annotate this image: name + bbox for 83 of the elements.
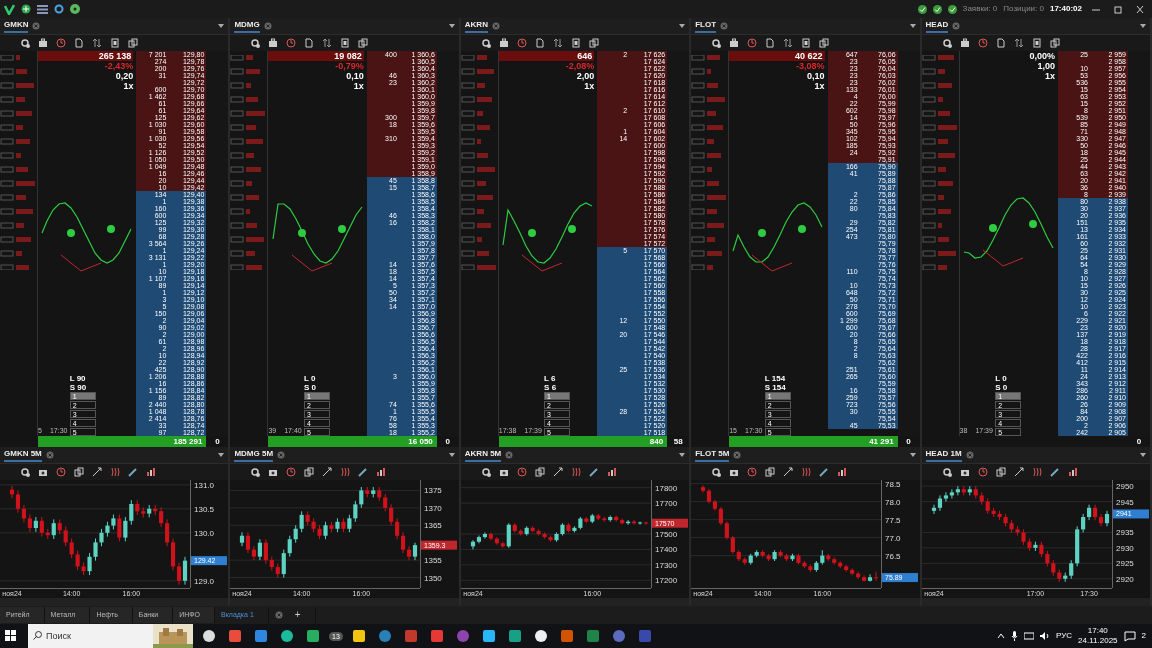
long-position: L 0 xyxy=(303,374,317,383)
y-axis-label: 2935 xyxy=(1115,528,1134,538)
multiplier-value: 1x xyxy=(1044,71,1055,81)
y-axis-label: 17200 xyxy=(654,576,678,586)
right-value: 0 xyxy=(444,436,451,447)
multiplier-value: 1x xyxy=(353,81,364,91)
panel-tab[interactable]: HEAD xyxy=(925,19,949,33)
y-axis-label: 1375 xyxy=(424,486,443,496)
y-axis-label: 77.0 xyxy=(885,533,901,543)
y-axis-label: 17800 xyxy=(654,483,678,493)
change-percent: -0,79% xyxy=(335,61,364,71)
y-axis-label: 17500 xyxy=(654,530,678,539)
long-position: L 6 xyxy=(544,374,557,383)
volume-value: 646 xyxy=(498,51,595,61)
step-value: 0,10 xyxy=(346,71,364,81)
step-value: 2,00 xyxy=(576,71,595,81)
right-value: 0 xyxy=(214,436,221,447)
short-position: S 154 xyxy=(764,383,787,392)
y-axis-label: 131.0 xyxy=(194,480,215,490)
y-axis-label: 2950 xyxy=(1115,482,1134,492)
multiplier-value: 1x xyxy=(123,81,134,91)
y-axis-label: 1355 xyxy=(424,556,443,566)
change-percent: -3,08% xyxy=(796,61,825,71)
y-axis-label: 17400 xyxy=(654,545,678,555)
language-indicator[interactable]: РУС xyxy=(1056,630,1073,642)
y-axis-label: 130.5 xyxy=(194,504,215,514)
long-position: L 154 xyxy=(764,374,787,383)
total-volume-bar: 185 291 xyxy=(38,436,207,447)
change-percent: -2,08% xyxy=(565,61,595,71)
orders-counter: Заявки: 0 xyxy=(962,3,998,15)
y-axis-label: 17700 xyxy=(654,499,678,509)
step-value: 0,10 xyxy=(807,71,825,81)
total-volume-bar: 41 291 xyxy=(729,436,898,447)
volume-value: 19 082 xyxy=(268,51,364,61)
chart-tab[interactable]: AKRN 5M xyxy=(464,448,502,462)
add-tab-button[interactable]: + xyxy=(288,607,316,623)
chart-tab[interactable]: FLOT 5M xyxy=(695,448,730,462)
y-axis-label: 17300 xyxy=(654,560,678,570)
y-axis-label: 1365 xyxy=(424,521,443,531)
y-axis-label: 77.5 xyxy=(885,515,901,525)
panel-tab[interactable]: MDMG xyxy=(234,19,260,33)
y-axis-label: 2920 xyxy=(1115,574,1134,584)
notification-count: 2 xyxy=(1141,630,1146,642)
y-axis-label: 78.5 xyxy=(885,480,901,489)
short-position: S 0 xyxy=(995,383,1009,392)
panel-tab[interactable]: FLOT xyxy=(695,19,717,33)
y-axis-label: 78.0 xyxy=(885,497,901,507)
volume-value: 40 622 xyxy=(729,51,825,61)
volume-value: 265 138 xyxy=(38,51,134,61)
right-value: 0 xyxy=(1135,436,1143,447)
chart-tab[interactable]: HEAD 1M xyxy=(925,448,962,462)
step-value: 1,00 xyxy=(1037,61,1055,71)
multiplier-value: 1x xyxy=(584,81,595,91)
step-value: 0,20 xyxy=(115,71,134,81)
y-axis-label: 76.5 xyxy=(885,551,901,561)
short-position: S 0 xyxy=(303,383,317,392)
y-axis-label: 2930 xyxy=(1115,543,1134,553)
taskbar-time: 17:40 xyxy=(1087,626,1108,636)
chart-tab[interactable]: GMKN 5M xyxy=(4,448,42,462)
total-volume-bar: 840 xyxy=(498,436,668,447)
long-position: L 90 xyxy=(69,374,87,383)
clock-text: 17:40:02 xyxy=(1049,3,1082,15)
y-axis-label: 129.0 xyxy=(194,576,215,586)
y-axis-label: 2925 xyxy=(1115,559,1134,569)
total-volume-bar: 16 050 xyxy=(268,436,437,447)
positions-counter: Позиции: 0 xyxy=(1003,3,1044,15)
change-percent: -2,43% xyxy=(104,61,134,71)
y-axis-label: 130.0 xyxy=(194,528,215,538)
multiplier-value: 1x xyxy=(814,81,825,91)
short-position: S 6 xyxy=(544,383,558,392)
panel-tab[interactable]: AKRN xyxy=(464,19,488,33)
chart-tab[interactable]: MDMG 5M xyxy=(234,448,274,462)
right-value: 0 xyxy=(905,436,912,447)
long-position: L 0 xyxy=(995,374,1008,383)
right-value: 58 xyxy=(672,436,684,447)
panel-tab[interactable]: GMKN xyxy=(4,19,29,33)
y-axis-label: 1370 xyxy=(424,503,443,513)
y-axis-label: 1350 xyxy=(424,573,443,583)
short-position: S 90 xyxy=(69,383,88,392)
change-percent: 0,00% xyxy=(1029,51,1055,61)
taskbar-date: 24.11.2025 xyxy=(1078,636,1118,646)
search-field[interactable]: Поиск xyxy=(28,624,153,648)
y-axis-label: 2945 xyxy=(1115,497,1134,507)
